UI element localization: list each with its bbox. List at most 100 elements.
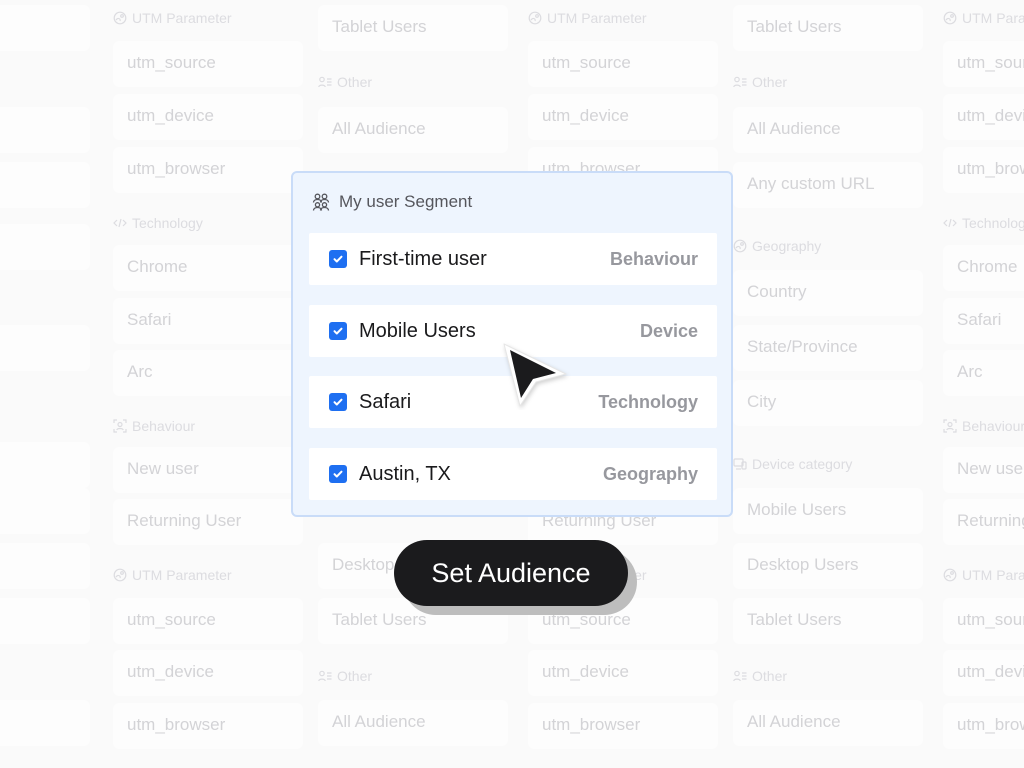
background-list-item: utm_source — [127, 53, 216, 72]
background-list-item: Tablet Users — [747, 17, 842, 36]
checkbox[interactable] — [329, 250, 347, 268]
background-section-header: UTM Parameter — [943, 9, 1024, 27]
background-list-item: utm_source — [127, 610, 216, 629]
background-list-item: utm_device — [542, 106, 629, 125]
user-scan-icon — [113, 419, 127, 433]
background-section-header: Technology — [113, 214, 203, 232]
checkmark-icon — [333, 398, 343, 406]
background-list-item: utm_browser — [957, 159, 1024, 178]
section-label: UTM Parameter — [962, 10, 1024, 26]
section-label: UTM Parameter — [132, 10, 232, 26]
section-label: UTM Parameter — [962, 567, 1024, 583]
background-column: UTM Parameter utm_source utm_device utm_bro… — [943, 0, 1024, 768]
background-list-item: utm_browser — [542, 715, 641, 734]
checkmark-icon — [333, 327, 343, 335]
background-list-item: Any custom URL — [747, 174, 875, 193]
segment-title: My user Segment — [339, 192, 473, 211]
background-block — [0, 442, 90, 488]
section-label: Device category — [752, 456, 853, 472]
background-block — [0, 162, 90, 208]
background-list-item: State/Province — [747, 337, 858, 356]
background-section-header: UTM Parameter — [113, 9, 232, 27]
background-list-item: Arc — [957, 362, 983, 381]
background-section-header: Other — [733, 667, 787, 685]
utm-icon — [943, 11, 957, 25]
item-category: Technology — [598, 391, 698, 412]
background-list-item: All Audience — [747, 712, 841, 731]
item-label: Austin, TX — [359, 462, 451, 485]
background-list-item: Safari — [957, 310, 1002, 329]
background-section-header: Device category — [733, 455, 852, 473]
utm-icon — [113, 568, 127, 582]
background-section-header: Other — [318, 73, 372, 91]
section-label: Geography — [752, 238, 822, 254]
background-list-item: utm_device — [957, 662, 1024, 681]
background-list-item: utm_source — [957, 610, 1024, 629]
background-list-item: Country — [747, 282, 807, 301]
background-section-header: Behaviour — [943, 417, 1024, 435]
checkbox[interactable] — [329, 465, 347, 483]
background-block — [0, 700, 90, 746]
background-list-item: Tablet Users — [332, 17, 427, 36]
background-column: Tablet Users Other All Audience Any custom … — [733, 0, 933, 768]
background-list-item: Returning User — [957, 511, 1024, 530]
background-list-item: New user — [957, 459, 1024, 478]
set-audience-button[interactable]: Set Audience — [394, 540, 628, 606]
checkmark-icon — [333, 255, 343, 263]
devices-icon — [733, 457, 747, 471]
background-column: rscem URLyvinceegoryerssersrsce — [0, 0, 100, 768]
checkbox[interactable] — [329, 393, 347, 411]
background-block — [0, 224, 90, 270]
mouse-pointer-icon — [503, 343, 567, 407]
background-list-item: Tablet Users — [332, 610, 427, 629]
background-section-header: Geography — [733, 237, 821, 255]
background-list-item: utm_device — [957, 106, 1024, 125]
background-list-item: Mobile Users — [747, 500, 847, 519]
item-label: First-time user — [359, 247, 487, 270]
background-list-item: Safari — [127, 310, 172, 329]
background-section-header: UTM Parameter — [113, 566, 232, 584]
background-section-header: Behaviour — [113, 417, 195, 435]
background-block — [0, 5, 90, 51]
background-list-item: New user — [127, 459, 199, 478]
checkbox[interactable] — [329, 322, 347, 340]
background-section-header: Technology — [943, 214, 1024, 232]
background-block — [0, 543, 90, 589]
background-block — [0, 598, 90, 644]
background-list-item: utm_browser — [127, 715, 226, 734]
checkmark-icon — [333, 470, 343, 478]
background-section-header: Other — [733, 73, 787, 91]
section-label: Behaviour — [962, 418, 1024, 434]
background-section-header: UTM Parameter — [528, 9, 647, 27]
section-label: Technology — [132, 215, 203, 231]
segment-item[interactable]: First-time user Behaviour — [309, 233, 717, 285]
section-label: Behaviour — [132, 418, 196, 434]
background-block — [0, 488, 90, 534]
background-list-item: utm_source — [542, 53, 631, 72]
user-list-icon — [318, 75, 332, 89]
section-label: Other — [752, 668, 788, 684]
background-list-item: Desktop Users — [747, 555, 859, 574]
background-list-item: utm_browser — [957, 715, 1024, 734]
background-block — [0, 325, 90, 371]
section-label: UTM Parameter — [132, 567, 232, 583]
user-list-icon — [733, 669, 747, 683]
background-list-item: utm_browser — [127, 159, 226, 178]
background-block — [0, 107, 90, 153]
code-icon — [113, 216, 127, 230]
section-label: Other — [337, 668, 373, 684]
section-label: Technology — [962, 215, 1024, 231]
background-list-item: Tablet Users — [747, 610, 842, 629]
users-group-icon — [312, 193, 330, 211]
background-list-item: City — [747, 392, 777, 411]
section-label: UTM Parameter — [547, 10, 647, 26]
background-block — [943, 350, 1024, 396]
section-label: Other — [752, 74, 788, 90]
utm-icon — [943, 568, 957, 582]
section-label: Other — [337, 74, 373, 90]
segment-item[interactable]: Austin, TX Geography — [309, 448, 717, 500]
user-scan-icon — [943, 419, 957, 433]
background-list-item: utm_device — [542, 662, 629, 681]
item-category: Device — [639, 320, 698, 341]
utm-icon — [733, 239, 747, 253]
